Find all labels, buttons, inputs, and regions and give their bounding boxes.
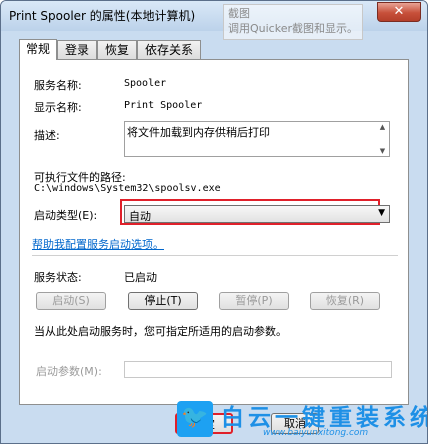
service-name-value: Spooler [124,78,167,89]
tab-dependencies[interactable]: 依存关系 [137,40,201,59]
tab-recovery[interactable]: 恢复 [97,40,137,59]
scroll-down-icon[interactable]: ▼ [377,147,388,155]
description-box[interactable]: 将文件加载到内存供稍后打印 ▲ ▼ [124,121,390,157]
watermark-text: 白云一键重装系统 [221,405,428,431]
description-label: 描述: [34,129,60,142]
window-title: Print Spooler 的属性(本地计算机) [9,9,196,23]
scroll-up-icon[interactable]: ▲ [377,123,388,131]
service-name-label: 服务名称: [34,79,82,92]
stop-button[interactable]: 停止(T) [128,292,198,310]
startup-type-select[interactable]: 自动 ▼ [124,205,390,223]
help-link[interactable]: 帮助我配置服务启动选项。 [32,236,164,252]
watermark-url: www.baiyunxitong.com [263,428,369,438]
properties-window: Print Spooler 的属性(本地计算机) ✕ 截图 调用Quicker截… [0,0,428,444]
startup-type-label: 启动类型(E): [34,209,98,222]
tab-general[interactable]: 常规 [19,39,57,60]
startup-type-value: 自动 [129,210,151,223]
chevron-down-icon: ▼ [378,208,385,218]
tab-logon[interactable]: 登录 [57,40,97,59]
status-label: 服务状态: [34,271,82,284]
tooltip-line-1: 截图 [228,7,250,20]
title-bar[interactable]: Print Spooler 的属性(本地计算机) ✕ [1,1,427,31]
display-name-label: 显示名称: [34,101,82,114]
bird-logo-icon: 🐦 [177,401,213,437]
display-name-value: Print Spooler [124,100,203,111]
start-params-hint: 当从此处启动服务时，您可指定所适用的启动参数。 [34,325,287,338]
start-params-input[interactable] [124,361,392,378]
description-text: 将文件加载到内存供稍后打印 [127,126,270,139]
pause-button[interactable]: 暂停(P) [219,292,289,310]
close-button[interactable]: ✕ [377,2,421,22]
watermark: 🐦 白云一键重装系统 www.baiyunxitong.com [177,397,428,443]
general-panel: 服务名称: Spooler 显示名称: Print Spooler 描述: 将文… [19,59,409,405]
tooltip: 截图 调用Quicker截图和显示。 [223,4,363,40]
start-button[interactable]: 启动(S) [36,292,106,310]
resume-button[interactable]: 恢复(R) [310,292,380,310]
close-icon: ✕ [393,4,405,19]
separator [32,255,398,256]
path-value: C:\windows\System32\spoolsv.exe [34,183,221,194]
status-value: 已启动 [124,271,157,284]
start-params-label: 启动参数(M): [36,365,102,378]
tooltip-line-2: 调用Quicker截图和显示。 [228,22,359,35]
